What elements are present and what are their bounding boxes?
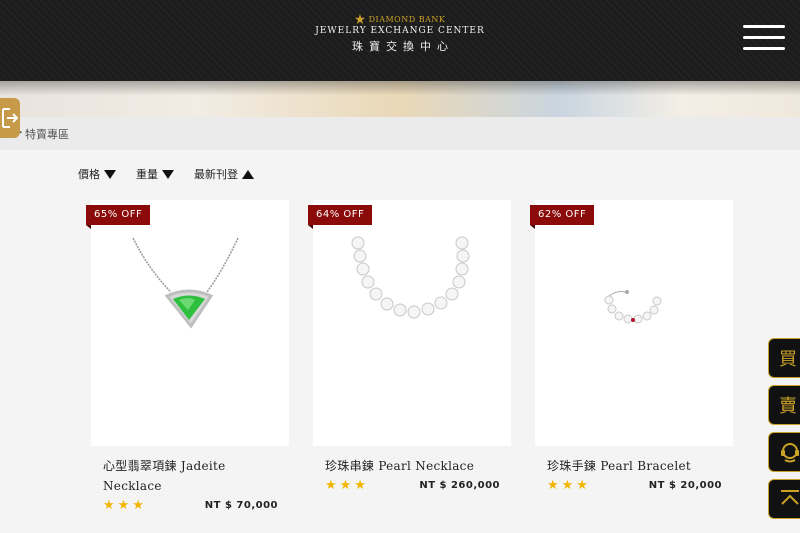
discount-badge: 65% OFF (86, 205, 151, 229)
product-meta: ★★★ NT $ 260,000 (325, 478, 500, 493)
product-card[interactable]: 62% OFF 珍珠手鍊 Pearl Bracelet ★★★ NT $ 20,… (530, 200, 733, 493)
sort-weight[interactable]: 重量 (136, 166, 174, 182)
sell-label: 賣 (779, 396, 797, 417)
product-title[interactable]: 珍珠串鍊 Pearl Necklace (325, 456, 505, 476)
scroll-top-icon (781, 490, 799, 505)
product-price: NT $ 260,000 (419, 480, 500, 491)
product-card[interactable]: 65% OFF 心型翡翠項鍊 Jadeite Necklace ★★★ NT $… (86, 200, 289, 513)
star-rating: ★★★ (547, 478, 591, 493)
customer-service-icon (781, 443, 799, 463)
breadcrumb-current[interactable]: 特賣專區 (25, 126, 69, 142)
product-card[interactable]: 64% OFF 珍珠串鍊 Pearl Necklace ★★★ NT $ 260… (308, 200, 511, 493)
pearl-bracelet-image (604, 290, 662, 324)
sign-in-icon (2, 108, 19, 128)
pearl-necklace-image (351, 236, 470, 319)
brand-main-text: JEWELRY EXCHANGE CENTER (315, 26, 485, 36)
brand-top-text: DIAMOND BANK (368, 14, 446, 24)
buy-label: 買 (779, 349, 797, 370)
breadcrumb: > 特賣專區 (0, 117, 800, 150)
sort-price-label: 價格 (78, 168, 100, 181)
brand-chinese-text: 珠寶交換中心 (352, 40, 454, 53)
sort-bar: 價格 重量 最新刊登 (78, 166, 254, 182)
star-rating: ★★★ (103, 498, 147, 513)
product-image[interactable]: 64% OFF (308, 200, 511, 446)
caret-down-icon (104, 169, 116, 179)
customer-service-button[interactable] (768, 432, 800, 472)
product-title[interactable]: 心型翡翠項鍊 Jadeite Necklace (103, 456, 283, 496)
back-to-top-button[interactable] (768, 479, 800, 519)
product-meta: ★★★ NT $ 20,000 (547, 478, 722, 493)
sell-button[interactable]: 賣 (768, 385, 800, 425)
product-title[interactable]: 珍珠手鍊 Pearl Bracelet (547, 456, 727, 476)
sort-newest[interactable]: 最新刊登 (194, 166, 254, 182)
caret-up-icon (242, 169, 254, 179)
product-meta: ★★★ NT $ 70,000 (103, 498, 278, 513)
caret-down-icon (162, 169, 174, 179)
product-image[interactable]: 62% OFF (530, 200, 733, 446)
login-tab[interactable] (0, 98, 20, 138)
discount-badge: 64% OFF (308, 205, 373, 229)
jadeite-necklace-image (132, 237, 239, 329)
discount-badge: 62% OFF (530, 205, 595, 229)
product-image[interactable]: 65% OFF (86, 200, 289, 446)
sort-newest-label: 最新刊登 (194, 168, 238, 181)
product-price: NT $ 70,000 (204, 500, 278, 511)
sort-price[interactable]: 價格 (78, 166, 116, 182)
hero-banner (0, 81, 800, 117)
product-price: NT $ 20,000 (648, 480, 722, 491)
sort-weight-label: 重量 (136, 168, 158, 181)
brand-logo[interactable]: DIAMOND BANK JEWELRY EXCHANGE CENTER 珠寶交… (0, 14, 800, 54)
hamburger-menu-icon[interactable] (743, 25, 785, 55)
star-rating: ★★★ (325, 478, 369, 493)
buy-button[interactable]: 買 (768, 338, 800, 378)
diamond-logo-icon (354, 14, 365, 24)
logo-top-row: DIAMOND BANK (0, 14, 800, 24)
site-header: DIAMOND BANK JEWELRY EXCHANGE CENTER 珠寶交… (0, 0, 800, 81)
